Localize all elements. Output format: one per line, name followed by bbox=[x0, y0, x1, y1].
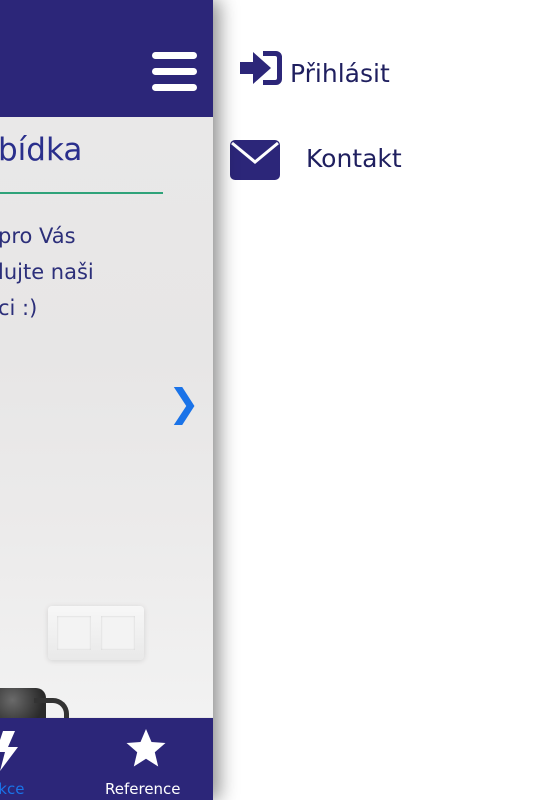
tab-reference-label: Reference bbox=[105, 780, 181, 798]
tab-reference[interactable]: Reference bbox=[103, 718, 189, 800]
bolt-icon bbox=[0, 731, 18, 771]
bottom-tab-bar: Akce Reference bbox=[0, 718, 213, 800]
title-underline bbox=[0, 192, 163, 194]
tab-akce-label: Akce bbox=[0, 780, 25, 798]
section-title: bídka bbox=[0, 132, 83, 168]
sign-in-icon bbox=[240, 51, 282, 85]
menu-item-login[interactable]: Přihlásit bbox=[213, 40, 533, 110]
menu-item-contact[interactable]: Kontakt bbox=[213, 124, 533, 194]
menu-item-login-label: Přihlásit bbox=[290, 59, 390, 88]
intro-text: pro Vás lujte naši ci :) bbox=[0, 224, 94, 320]
app-content-panel[interactable]: bídka pro Vás lujte naši ci :) ❯ Akce Re… bbox=[0, 0, 213, 800]
hamburger-menu-icon[interactable] bbox=[152, 52, 197, 92]
carousel-next-button[interactable]: ❯ bbox=[168, 381, 200, 425]
tab-akce[interactable]: Akce bbox=[0, 718, 44, 800]
star-icon bbox=[126, 729, 166, 767]
app-header bbox=[0, 0, 213, 117]
envelope-icon bbox=[230, 140, 280, 180]
side-menu: Přihlásit Kontakt bbox=[213, 0, 533, 800]
wall-switch-photo bbox=[48, 606, 144, 660]
menu-item-contact-label: Kontakt bbox=[306, 144, 402, 173]
